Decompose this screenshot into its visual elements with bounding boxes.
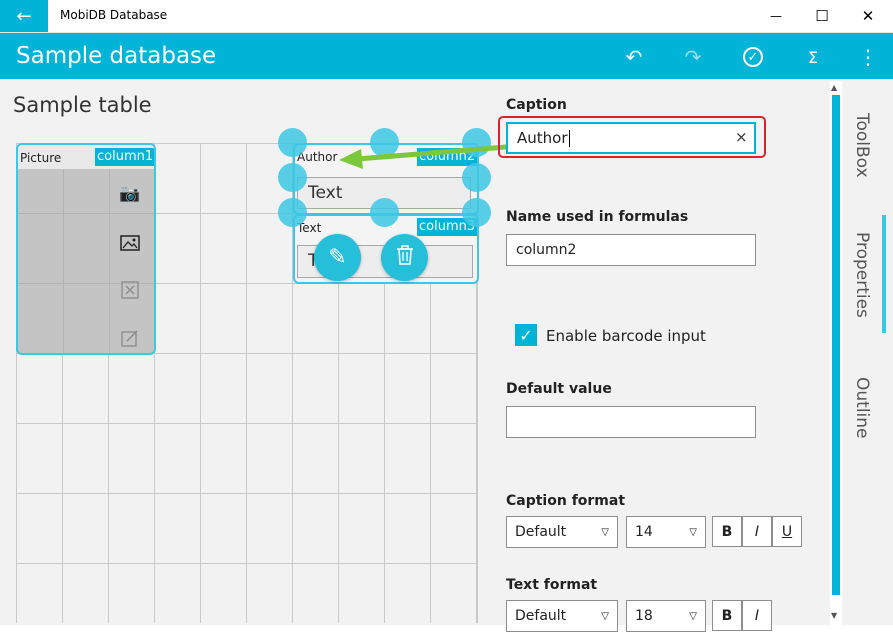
back-arrow-icon: ← [16,5,32,27]
chevron-down-icon: ▽ [601,526,609,538]
close-button[interactable]: ✕ [845,0,891,32]
formula-name-label: Name used in formulas [506,209,689,225]
window-title: MobiDB Database [60,8,168,22]
edit-image-icon[interactable] [119,327,141,349]
formula-button[interactable]: Σ [800,44,826,70]
minimize-icon: — [770,9,782,23]
redo-icon: ↷ [684,45,702,69]
remove-image-icon[interactable] [119,279,141,301]
text-italic-button[interactable]: I [742,600,772,631]
tab-toolbox[interactable]: ToolBox [842,105,882,185]
more-icon: ⋮ [858,45,878,69]
caption-italic-button[interactable]: I [742,516,772,547]
back-button[interactable]: ← [0,0,48,32]
tab-properties[interactable]: Properties [842,225,882,325]
formula-icon: Σ [807,47,819,67]
text-font-size-select[interactable]: 18 ▽ [626,600,706,632]
clear-text-icon[interactable]: × [735,128,748,146]
delete-field-button[interactable] [381,234,428,281]
caption-input-value: Author [517,129,568,147]
column1-tag: column1 [95,148,154,166]
redo-button[interactable]: ↷ [680,44,706,70]
page-title: Sample database [16,43,217,69]
tab-outline[interactable]: Outline [842,370,882,445]
formula-name-value: column2 [516,242,577,258]
resize-handle-left[interactable] [278,163,307,192]
undo-button[interactable]: ↶ [621,44,647,70]
column1-field[interactable]: Picture column1 📷 [16,143,156,355]
caption-font-size-value: 14 [635,524,653,540]
text-bold-button[interactable]: B [712,600,742,631]
minimize-button[interactable]: — [753,0,799,32]
maximize-icon: ☐ [815,7,829,25]
barcode-checkbox-label: Enable barcode input [546,327,706,345]
edit-field-button[interactable]: ✎ [314,234,361,281]
caption-format-label: Caption format [506,493,626,509]
resize-handle-bottom-left[interactable] [278,198,307,227]
annotation-arrow [339,143,521,169]
caption-bold-button[interactable]: B [712,516,742,547]
undo-icon: ↶ [625,45,643,69]
scroll-down-icon[interactable]: ▼ [831,611,837,620]
default-value-input[interactable] [506,406,756,438]
scrollbar-thumb[interactable] [832,95,840,595]
chevron-down-icon: ▽ [689,610,697,622]
image-icon[interactable] [119,232,141,254]
pencil-icon: ✎ [328,245,347,270]
text-format-label: Text format [506,577,598,593]
text-font-size-value: 18 [635,608,653,624]
caption-input[interactable]: Author [506,122,756,154]
trash-icon [396,245,414,270]
table-title: Sample table [13,93,152,117]
more-options-button[interactable]: ⋮ [855,44,881,70]
active-tab-indicator [882,215,886,333]
text-font-style-select[interactable]: Default ▽ [506,600,618,632]
resize-handle-bottom-right[interactable] [462,198,491,227]
chevron-down-icon: ▽ [689,526,697,538]
resize-handle-top-left[interactable] [278,128,307,157]
chevron-down-icon: ▽ [601,610,609,622]
close-icon: ✕ [861,7,875,25]
caption-font-size-select[interactable]: 14 ▽ [626,516,706,548]
check-circle-icon: ✓ [743,47,763,67]
caption-font-style-value: Default [515,524,567,540]
text-cursor [568,129,570,147]
default-value-label: Default value [506,381,612,397]
maximize-button[interactable]: ☐ [799,0,845,32]
column1-label: Picture [20,151,62,165]
formula-name-input[interactable]: column2 [506,234,756,266]
scroll-up-icon[interactable]: ▲ [831,83,837,92]
text-font-style-value: Default [515,608,567,624]
save-button[interactable]: ✓ [740,44,766,70]
caption-font-style-select[interactable]: Default ▽ [506,516,618,548]
caption-label: Caption [506,97,567,113]
resize-handle-bottom[interactable] [370,198,399,227]
camera-icon[interactable]: 📷 [119,183,141,205]
caption-underline-button[interactable]: U [772,516,802,547]
barcode-checkbox[interactable]: ✓ [515,324,537,346]
